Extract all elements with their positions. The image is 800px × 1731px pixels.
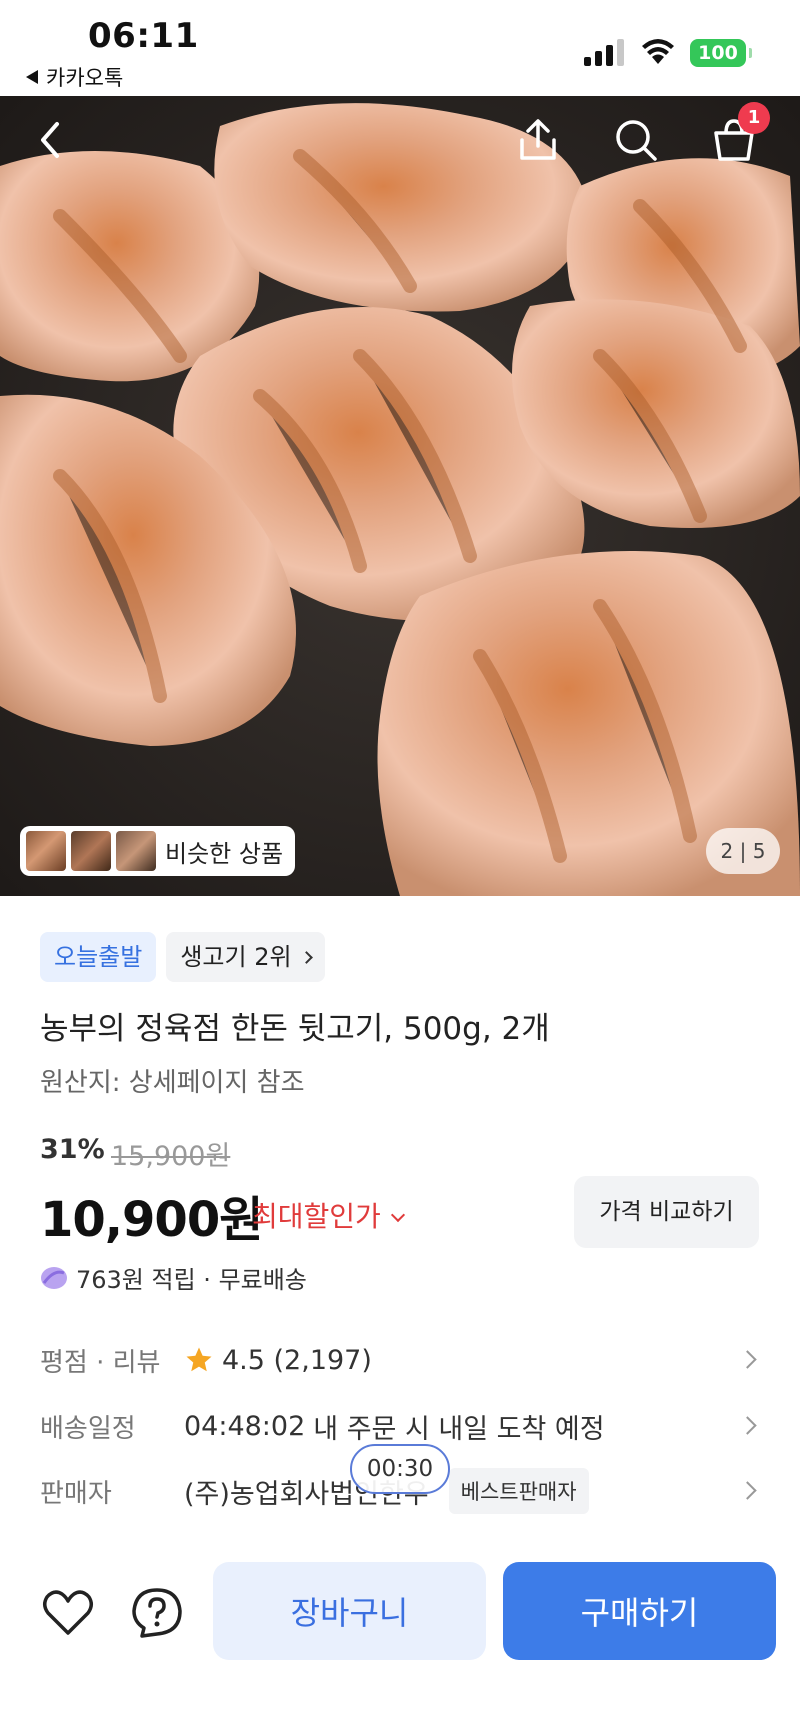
points-icon (41, 1266, 67, 1289)
product-tags: 오늘출발 생고기 2위 (40, 932, 325, 982)
price-compare-button[interactable]: 가격 비교하기 (574, 1176, 759, 1248)
status-bar: 06:11 카카오톡 100 (0, 0, 800, 96)
back-icon (41, 122, 59, 158)
product-title: 농부의 정육점 한돈 뒷고기, 500g, 2개 (40, 1011, 550, 1047)
similar-products-label: 비슷한 상품 (165, 839, 284, 868)
buy-now-button[interactable]: 구매하기 (503, 1562, 776, 1660)
chevron-right-icon (299, 951, 313, 964)
sale-price: 10,900원 (40, 1192, 263, 1248)
similar-thumbnail (26, 831, 66, 871)
cart-count-badge: 1 (738, 102, 770, 134)
chevron-right-icon (738, 1416, 757, 1435)
original-price: 15,900원 (111, 1141, 231, 1172)
heart-icon (43, 1590, 93, 1635)
rating-review-row[interactable]: 평점 · 리뷰 4.5 (2,197) (40, 1335, 760, 1385)
back-to-app-link[interactable]: 카카오톡 (26, 62, 123, 92)
timer-bubble: 00:30 (350, 1444, 450, 1494)
search-button[interactable] (606, 110, 666, 170)
points-shipping-info: 763원 적립 · 무료배송 (40, 1260, 307, 1295)
best-seller-badge: 베스트판매자 (448, 1468, 589, 1514)
max-discount-dropdown[interactable]: 최대할인가 (252, 1195, 405, 1235)
share-icon (520, 119, 556, 160)
question-icon (132, 1588, 182, 1638)
cart-button[interactable]: 1 (704, 102, 770, 170)
clock: 06:11 (88, 16, 199, 56)
star-icon (186, 1347, 212, 1372)
wifi-icon (642, 39, 674, 64)
product-image[interactable]: 1 비슷한 상품 2 | 5 (0, 96, 800, 896)
search-icon (616, 120, 657, 161)
delivery-estimate: 내 주문 시 내일 도착 예정 (313, 1413, 605, 1445)
discount-rate: 31% (40, 1134, 105, 1165)
max-discount-label: 최대할인가 (252, 1200, 381, 1233)
chevron-down-icon (390, 1207, 405, 1223)
back-button[interactable] (20, 110, 80, 170)
back-triangle-icon (26, 70, 38, 84)
delivery-countdown: 04:48:02 (184, 1410, 306, 1442)
today-shipping-tag: 오늘출발 (40, 932, 157, 982)
share-button[interactable] (508, 110, 568, 170)
chevron-right-icon (738, 1481, 757, 1500)
inquiry-button[interactable] (130, 1586, 184, 1640)
add-to-cart-button[interactable]: 장바구니 (213, 1562, 486, 1660)
back-app-label: 카카오톡 (46, 66, 124, 90)
delivery-schedule-label: 배송일정 (40, 1413, 136, 1444)
rating-value: 4.5 (2,197) (222, 1344, 372, 1376)
category-rank-tag[interactable]: 생고기 2위 (166, 932, 325, 982)
chevron-right-icon (738, 1350, 757, 1369)
category-rank-label: 생고기 2위 (180, 943, 292, 971)
similar-products-button[interactable]: 비슷한 상품 (20, 826, 296, 876)
seller-label: 판매자 (40, 1478, 112, 1509)
wishlist-button[interactable] (40, 1585, 96, 1641)
similar-thumbnail (116, 831, 156, 871)
image-pager: 2 | 5 (706, 828, 780, 874)
signal-icon (584, 38, 626, 66)
rating-review-label: 평점 · 리뷰 (40, 1347, 161, 1378)
similar-thumbnail (71, 831, 111, 871)
product-origin: 원산지: 상세페이지 참조 (40, 1068, 305, 1098)
points-text: 763원 적립 · 무료배송 (76, 1266, 307, 1294)
grilled-pork-photo (0, 96, 800, 896)
battery-indicator: 100 (690, 39, 752, 67)
